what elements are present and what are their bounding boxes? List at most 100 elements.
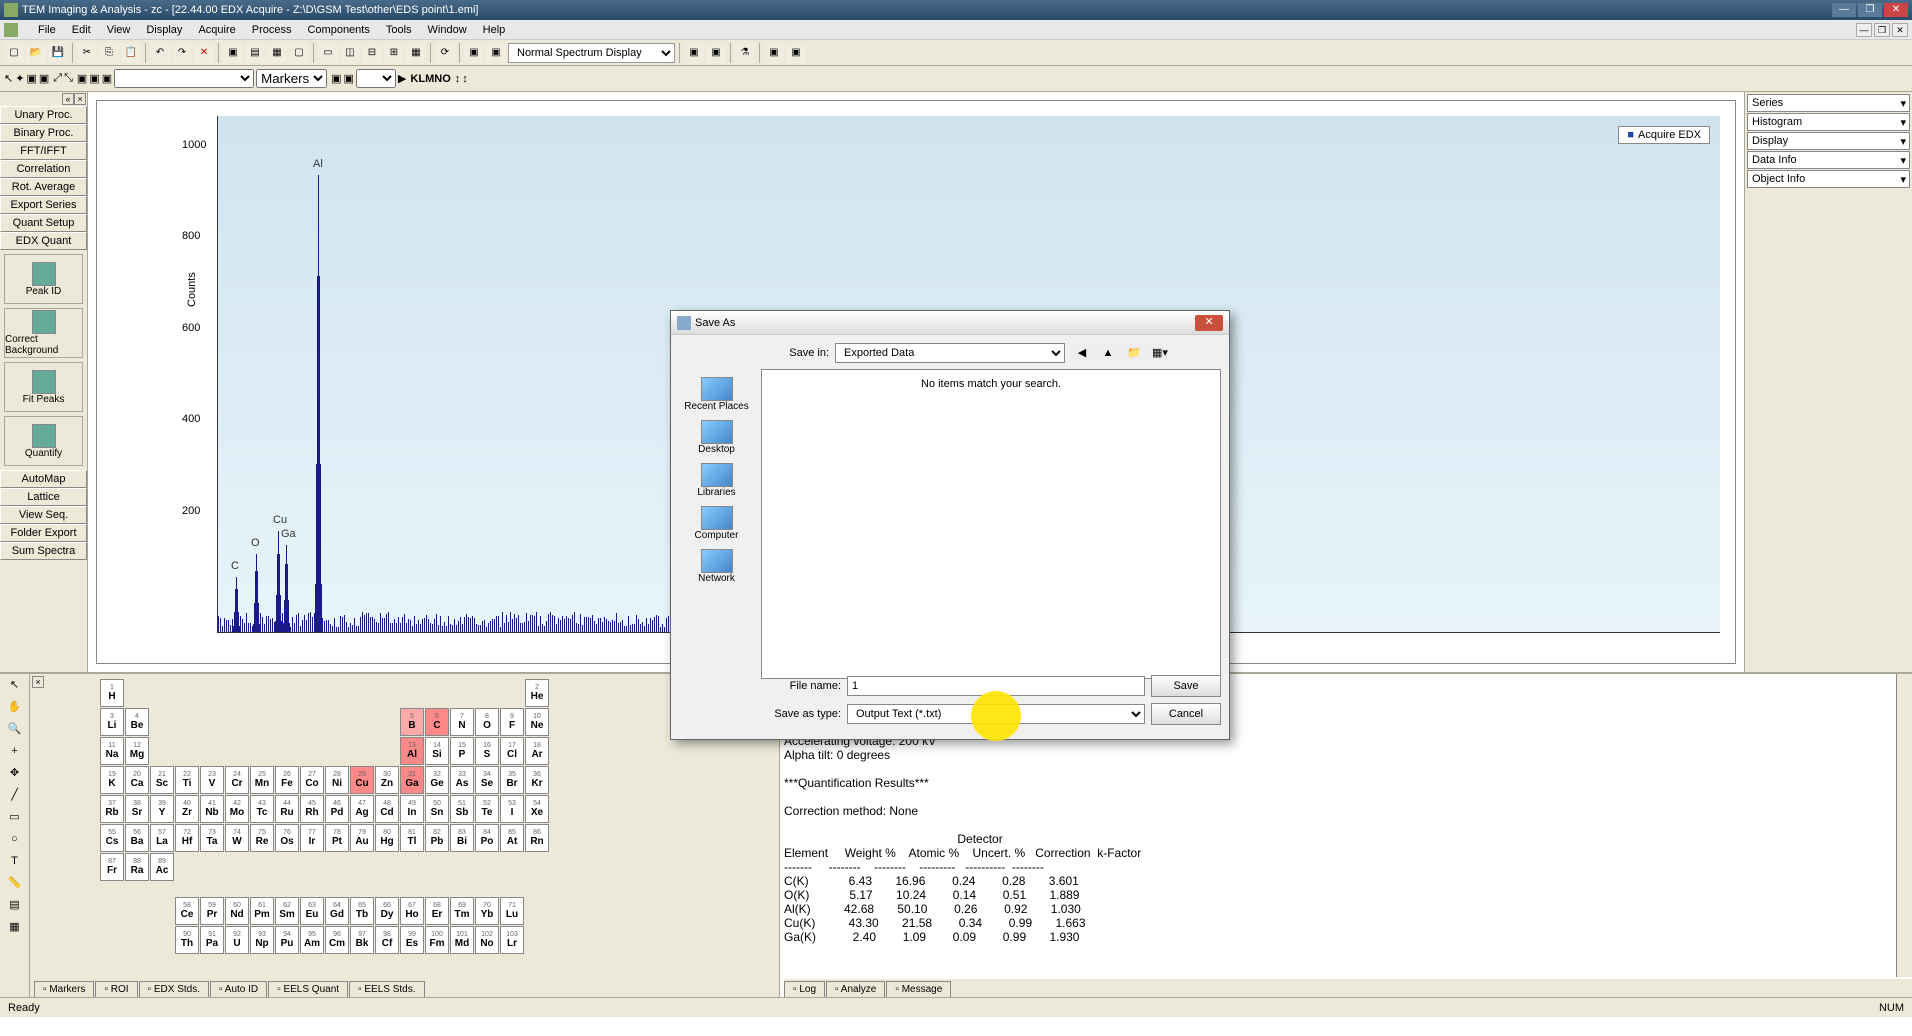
layout2-icon[interactable]: ◫ <box>340 43 360 63</box>
misc1-tool-icon[interactable]: ▤ <box>4 895 26 915</box>
element-Se[interactable]: 34Se <box>475 766 499 794</box>
element-Lr[interactable]: 103Lr <box>500 926 524 954</box>
element-Hf[interactable]: 72Hf <box>175 824 199 852</box>
element-P[interactable]: 15P <box>450 737 474 765</box>
rightdd-data-info[interactable]: Data Info <box>1747 151 1910 169</box>
leftbtn-fft-ifft[interactable]: FFT/IFFT <box>0 142 87 160</box>
element-Ir[interactable]: 77Ir <box>300 824 324 852</box>
element-U[interactable]: 92U <box>225 926 249 954</box>
nav-view-icon[interactable]: ▦▾ <box>1149 343 1171 363</box>
element-Fe[interactable]: 26Fe <box>275 766 299 794</box>
element-As[interactable]: 33As <box>450 766 474 794</box>
menu-acquire[interactable]: Acquire <box>190 22 243 38</box>
view2-icon[interactable]: ▤ <box>245 43 265 63</box>
element-Tc[interactable]: 43Tc <box>250 795 274 823</box>
ruler-tool-icon[interactable]: 📏 <box>4 873 26 893</box>
nav-newfolder-icon[interactable]: 📁 <box>1123 343 1145 363</box>
element-Bi[interactable]: 83Bi <box>450 824 474 852</box>
element-Sc[interactable]: 21Sc <box>150 766 174 794</box>
element-Si[interactable]: 14Si <box>425 737 449 765</box>
view3-icon[interactable]: ▦ <box>267 43 287 63</box>
element-Be[interactable]: 4Be <box>125 708 149 736</box>
open-icon[interactable]: 📂 <box>26 43 46 63</box>
oval-tool-icon[interactable]: ○ <box>4 829 26 849</box>
move-tool-icon[interactable]: ✥ <box>4 763 26 783</box>
lefticon-peak-id[interactable]: Peak ID <box>4 254 83 304</box>
minimize-button[interactable]: — <box>1832 3 1856 17</box>
nav-back-icon[interactable]: ◀ <box>1071 343 1093 363</box>
db1-icon[interactable]: ▣ <box>464 43 484 63</box>
redo-icon[interactable]: ↷ <box>172 43 192 63</box>
pointer-tool-icon[interactable]: ↖ <box>4 675 26 695</box>
save-button[interactable]: Save <box>1151 675 1221 697</box>
ptab-eels-stds-[interactable]: ▫ EELS Stds. <box>349 981 424 997</box>
element-Gd[interactable]: 64Gd <box>325 897 349 925</box>
cross-tool-icon[interactable]: + <box>4 741 26 761</box>
element-Zn[interactable]: 30Zn <box>375 766 399 794</box>
line-tool-icon[interactable]: ╱ <box>4 785 26 805</box>
close-button[interactable]: ✕ <box>1884 3 1908 17</box>
leftbtn-automap[interactable]: AutoMap <box>0 470 87 488</box>
element-Ac[interactable]: 89Ac <box>150 853 174 881</box>
element-Re[interactable]: 75Re <box>250 824 274 852</box>
dialog-close-button[interactable]: ✕ <box>1195 315 1223 331</box>
element-Ni[interactable]: 28Ni <box>325 766 349 794</box>
element-Np[interactable]: 93Np <box>250 926 274 954</box>
t2-d-icon[interactable]: ▣ <box>39 72 49 85</box>
element-Ba[interactable]: 56Ba <box>125 824 149 852</box>
element-Er[interactable]: 68Er <box>425 897 449 925</box>
t2-select2[interactable] <box>356 69 396 88</box>
element-B[interactable]: 5B <box>400 708 424 736</box>
rtab-message[interactable]: ▫ Message <box>886 981 951 997</box>
element-Ge[interactable]: 32Ge <box>425 766 449 794</box>
element-Pb[interactable]: 82Pb <box>425 824 449 852</box>
element-He[interactable]: 2He <box>525 679 549 707</box>
menu-display[interactable]: Display <box>138 22 190 38</box>
leftpanel-close-icon[interactable]: × <box>74 93 86 105</box>
t2-e-icon[interactable]: ⤢ <box>53 72 62 85</box>
element-Nb[interactable]: 41Nb <box>200 795 224 823</box>
rect-tool-icon[interactable]: ▭ <box>4 807 26 827</box>
t2-h-icon[interactable]: ▣ <box>89 72 99 85</box>
cut-icon[interactable]: ✂ <box>77 43 97 63</box>
lefticon-correct-background[interactable]: Correct Background <box>4 308 83 358</box>
element-I[interactable]: 53I <box>500 795 524 823</box>
t2-b-icon[interactable]: ✦ <box>15 72 24 85</box>
element-Sn[interactable]: 50Sn <box>425 795 449 823</box>
element-Pa[interactable]: 91Pa <box>200 926 224 954</box>
element-Mn[interactable]: 25Mn <box>250 766 274 794</box>
rtab-log[interactable]: ▫ Log <box>784 981 825 997</box>
element-Po[interactable]: 84Po <box>475 824 499 852</box>
spectrum-display-select[interactable]: Normal Spectrum Display <box>508 43 675 63</box>
element-Ta[interactable]: 73Ta <box>200 824 224 852</box>
element-Ru[interactable]: 44Ru <box>275 795 299 823</box>
cancel-button[interactable]: Cancel <box>1151 703 1221 725</box>
tool-a-icon[interactable]: ▣ <box>684 43 704 63</box>
menu-edit[interactable]: Edit <box>64 22 99 38</box>
element-Tm[interactable]: 69Tm <box>450 897 474 925</box>
element-C[interactable]: 6C <box>425 708 449 736</box>
element-At[interactable]: 85At <box>500 824 524 852</box>
tool-e-icon[interactable]: ▣ <box>786 43 806 63</box>
element-Cl[interactable]: 17Cl <box>500 737 524 765</box>
element-Tb[interactable]: 65Tb <box>350 897 374 925</box>
nav-up-icon[interactable]: ▲ <box>1097 343 1119 363</box>
element-Cr[interactable]: 24Cr <box>225 766 249 794</box>
element-Cd[interactable]: 48Cd <box>375 795 399 823</box>
element-Pr[interactable]: 59Pr <box>200 897 224 925</box>
element-Am[interactable]: 95Am <box>300 926 324 954</box>
paste-icon[interactable]: 📋 <box>121 43 141 63</box>
t2-c-icon[interactable]: ▣ <box>26 72 36 85</box>
element-Rb[interactable]: 37Rb <box>100 795 124 823</box>
misc2-tool-icon[interactable]: ▦ <box>4 917 26 937</box>
ptab-roi[interactable]: ▫ ROI <box>95 981 137 997</box>
element-Fm[interactable]: 100Fm <box>425 926 449 954</box>
element-Li[interactable]: 3Li <box>100 708 124 736</box>
t2-n-icon[interactable]: ↕ <box>462 73 468 85</box>
save-in-select[interactable]: Exported Data <box>835 343 1065 363</box>
element-Sr[interactable]: 38Sr <box>125 795 149 823</box>
element-Th[interactable]: 90Th <box>175 926 199 954</box>
element-Xe[interactable]: 54Xe <box>525 795 549 823</box>
rightdd-histogram[interactable]: Histogram <box>1747 113 1910 131</box>
file-list[interactable]: No items match your search. <box>761 369 1221 679</box>
